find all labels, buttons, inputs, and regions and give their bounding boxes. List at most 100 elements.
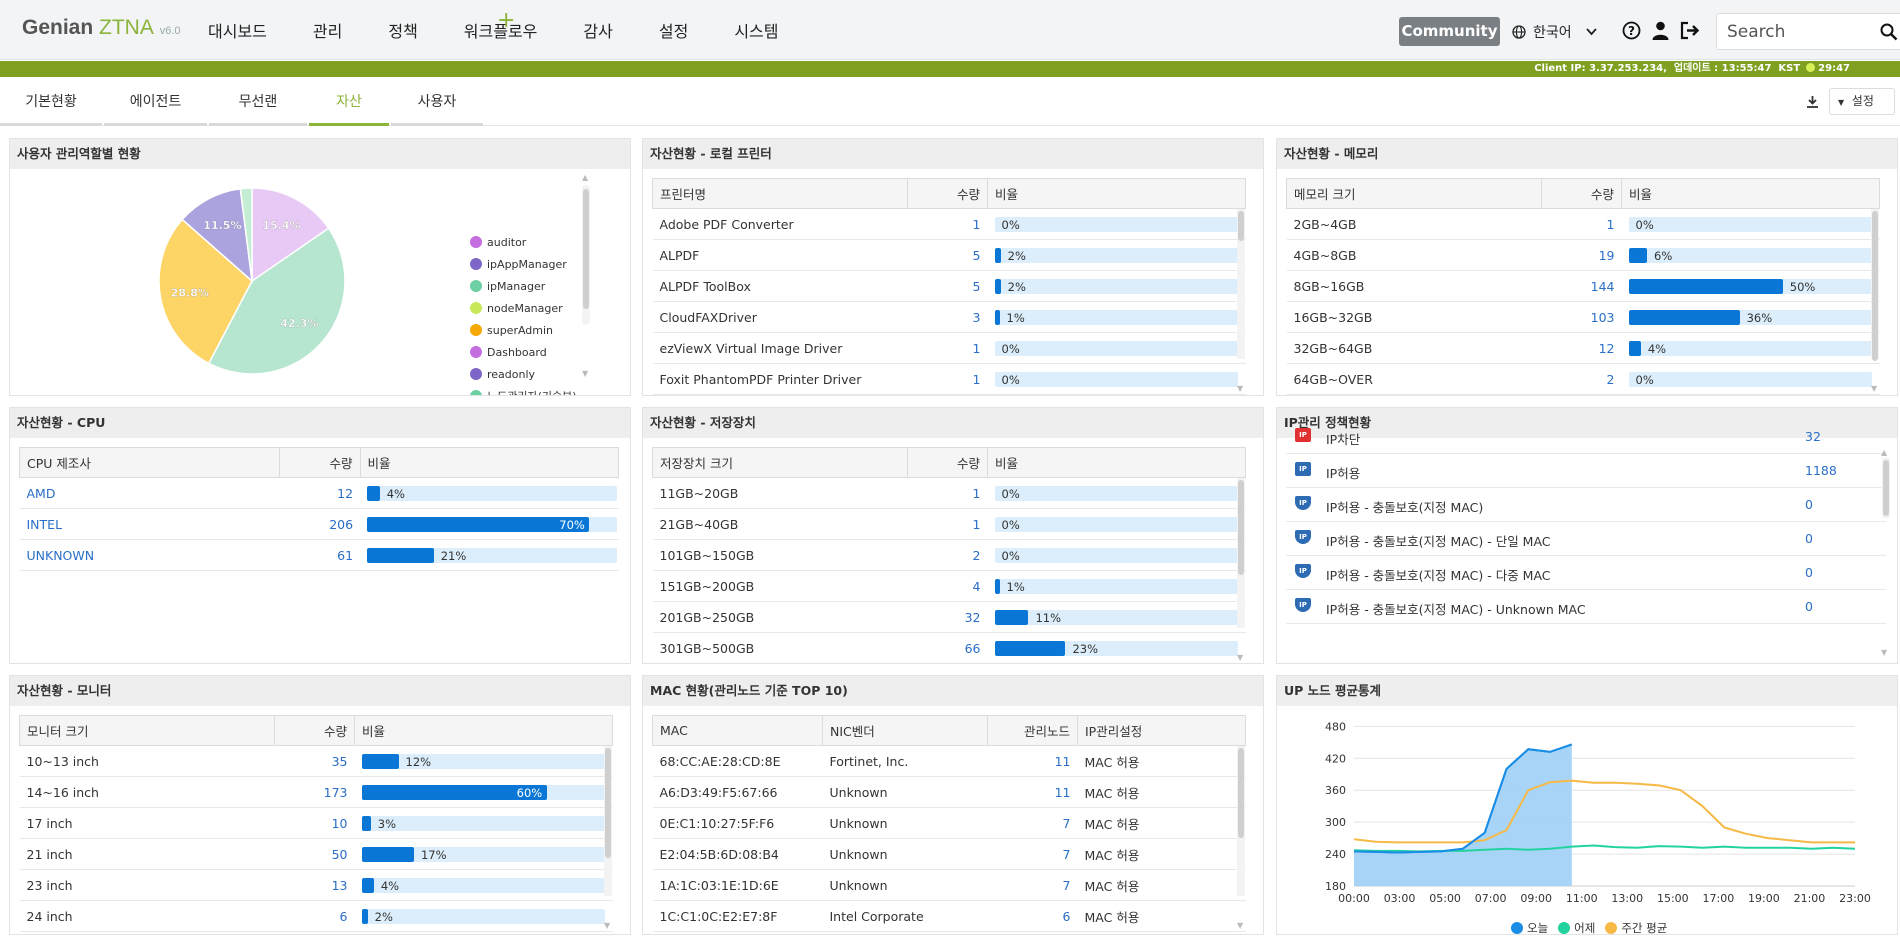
- tab-4[interactable]: 사용자: [391, 82, 483, 126]
- row-count[interactable]: 1: [907, 477, 988, 509]
- menu-item-5[interactable]: 설정: [659, 18, 688, 42]
- legend-item[interactable]: 주간 평균: [1605, 920, 1667, 934]
- menu-item-6[interactable]: 시스템: [734, 18, 778, 42]
- row-name[interactable]: UNKNOWN: [19, 539, 280, 571]
- legend-item[interactable]: nodeManager: [470, 297, 577, 319]
- table-row[interactable]: 32GB~64GB 12 4%: [1286, 332, 1880, 364]
- column-header[interactable]: 수량: [907, 447, 988, 478]
- table-row[interactable]: 151GB~200GB 4 1%: [652, 570, 1246, 602]
- legend-item[interactable]: superAdmin: [470, 319, 577, 341]
- column-header[interactable]: 관리노드: [987, 715, 1078, 746]
- row-count[interactable]: 1: [1541, 208, 1622, 240]
- menu-item-2[interactable]: 정책: [388, 18, 417, 42]
- column-header[interactable]: 비율: [987, 447, 1246, 478]
- menu-item-1[interactable]: 관리: [313, 18, 342, 42]
- mac-scroll-down[interactable]: ▼: [1237, 921, 1243, 930]
- memory-scroll-down[interactable]: ▼: [1871, 384, 1877, 393]
- ip-policy-scrollbar[interactable]: [1882, 458, 1890, 518]
- table-row[interactable]: 4GB~8GB 19 6%: [1286, 239, 1880, 271]
- row-count[interactable]: 1: [907, 363, 988, 395]
- tab-2[interactable]: 무선랜: [209, 82, 307, 126]
- storage-scrollbar[interactable]: [1237, 478, 1245, 628]
- row-count[interactable]: 35: [274, 745, 355, 777]
- legend-scrollbar[interactable]: [582, 185, 590, 325]
- managed-nodes[interactable]: 7: [987, 869, 1078, 901]
- tab-1[interactable]: 에이전트: [104, 82, 207, 126]
- row-count[interactable]: 6: [274, 900, 355, 932]
- table-row[interactable]: ALPDF 5 2%: [652, 239, 1246, 271]
- add-tab-button[interactable]: +: [497, 8, 515, 33]
- ip-policy-item[interactable]: IP IP허용 1188: [1286, 454, 1886, 488]
- table-row[interactable]: 68:CC:AE:28:CD:8E Fortinet, Inc. 11 MAC 허용: [652, 745, 1246, 777]
- column-header[interactable]: IP관리설정: [1077, 715, 1246, 746]
- table-row[interactable]: 11GB~20GB 1 0%: [652, 477, 1246, 509]
- settings-dropdown[interactable]: ▼ 설정: [1829, 88, 1895, 115]
- legend-item[interactable]: ipManager: [470, 275, 577, 297]
- ip-policy-count[interactable]: 0: [1805, 497, 1813, 512]
- row-count[interactable]: 10: [274, 807, 355, 839]
- managed-nodes[interactable]: 7: [987, 838, 1078, 870]
- row-count[interactable]: 12: [1541, 332, 1622, 364]
- table-row[interactable]: 64GB~OVER 2 0%: [1286, 363, 1880, 395]
- monitor-scroll-down[interactable]: ▼: [604, 921, 610, 930]
- legend-item[interactable]: Dashboard: [470, 341, 577, 363]
- search-input[interactable]: Search: [1727, 22, 1785, 42]
- table-row[interactable]: 0E:C1:10:27:5F:F6 Unknown 7 MAC 허용: [652, 807, 1246, 839]
- row-count[interactable]: 103: [1541, 301, 1622, 333]
- column-header[interactable]: 수량: [279, 447, 361, 478]
- search-icon[interactable]: [1880, 23, 1898, 41]
- row-count[interactable]: 12: [279, 477, 361, 509]
- row-count[interactable]: 1: [907, 332, 988, 364]
- table-row[interactable]: 16GB~32GB 103 36%: [1286, 301, 1880, 333]
- printer-scroll-down[interactable]: ▼: [1237, 384, 1243, 393]
- table-row[interactable]: 17 inch 10 3%: [19, 807, 613, 839]
- legend-scroll-up[interactable]: ▲: [582, 173, 588, 182]
- series-line[interactable]: [1353, 844, 1856, 853]
- tab-3[interactable]: 자산: [309, 82, 389, 126]
- row-count[interactable]: 144: [1541, 270, 1622, 302]
- column-header[interactable]: 수량: [1541, 178, 1622, 209]
- ip-policy-item[interactable]: IP IP허용 - 충돌보호(지정 MAC) - 다중 MAC 0: [1286, 556, 1886, 590]
- ip-policy-item[interactable]: IP IP허용 - 충돌보호(지정 MAC) - Unknown MAC 0: [1286, 590, 1886, 624]
- ip-policy-item[interactable]: IP IP차단 32: [1286, 420, 1886, 454]
- table-row[interactable]: 21 inch 50 17%: [19, 838, 613, 870]
- table-row[interactable]: AMD 12 4%: [19, 477, 619, 509]
- ip-policy-count[interactable]: 32: [1805, 429, 1821, 444]
- table-row[interactable]: E2:04:5B:6D:08:B4 Unknown 7 MAC 허용: [652, 838, 1246, 870]
- table-row[interactable]: Adobe PDF Converter 1 0%: [652, 208, 1246, 240]
- column-header[interactable]: 메모리 크기: [1286, 178, 1542, 209]
- column-header[interactable]: 비율: [354, 715, 613, 746]
- ip-policy-count[interactable]: 1188: [1805, 463, 1837, 478]
- row-count[interactable]: 32: [907, 601, 988, 633]
- ip-policy-item[interactable]: IP IP허용 - 충돌보호(지정 MAC) - 단일 MAC 0: [1286, 522, 1886, 556]
- table-row[interactable]: 101GB~150GB 2 0%: [652, 539, 1246, 571]
- ip-policy-count[interactable]: 0: [1805, 565, 1813, 580]
- column-header[interactable]: 수량: [907, 178, 988, 209]
- table-row[interactable]: 14~16 inch 173 60%: [19, 776, 613, 808]
- row-count[interactable]: 2: [1541, 363, 1622, 395]
- table-row[interactable]: Foxit PhantomPDF Printer Driver 1 0%: [652, 363, 1246, 395]
- row-count[interactable]: 13: [274, 869, 355, 901]
- ip-policy-count[interactable]: 0: [1805, 531, 1813, 546]
- user-icon[interactable]: [1652, 21, 1669, 40]
- memory-scrollbar[interactable]: [1871, 209, 1879, 361]
- legend-item[interactable]: readonly: [470, 363, 577, 385]
- row-count[interactable]: 1: [907, 208, 988, 240]
- row-count[interactable]: 2: [907, 539, 988, 571]
- table-row[interactable]: INTEL 206 70%: [19, 508, 619, 540]
- ip-policy-count[interactable]: 0: [1805, 599, 1813, 614]
- ip-scroll-down[interactable]: ▼: [1881, 648, 1887, 657]
- column-header[interactable]: 비율: [1621, 178, 1880, 209]
- row-count[interactable]: 4: [907, 570, 988, 602]
- legend-item[interactable]: 노드관리자(기술부): [470, 385, 577, 395]
- managed-nodes[interactable]: 11: [987, 745, 1078, 777]
- printer-scrollbar[interactable]: [1237, 209, 1245, 359]
- column-header[interactable]: 비율: [359, 447, 620, 478]
- column-header[interactable]: NIC벤더: [822, 715, 988, 746]
- ip-policy-item[interactable]: IP IP허용 - 충돌보호(지정 MAC) 0: [1286, 488, 1886, 522]
- row-name[interactable]: INTEL: [19, 508, 280, 540]
- help-icon[interactable]: ?: [1622, 21, 1641, 40]
- managed-nodes[interactable]: 6: [987, 900, 1078, 932]
- table-row[interactable]: 1C:C1:0C:E2:E7:8F Intel Corporate 6 MAC 허용: [652, 900, 1246, 932]
- column-header[interactable]: 모니터 크기: [19, 715, 275, 746]
